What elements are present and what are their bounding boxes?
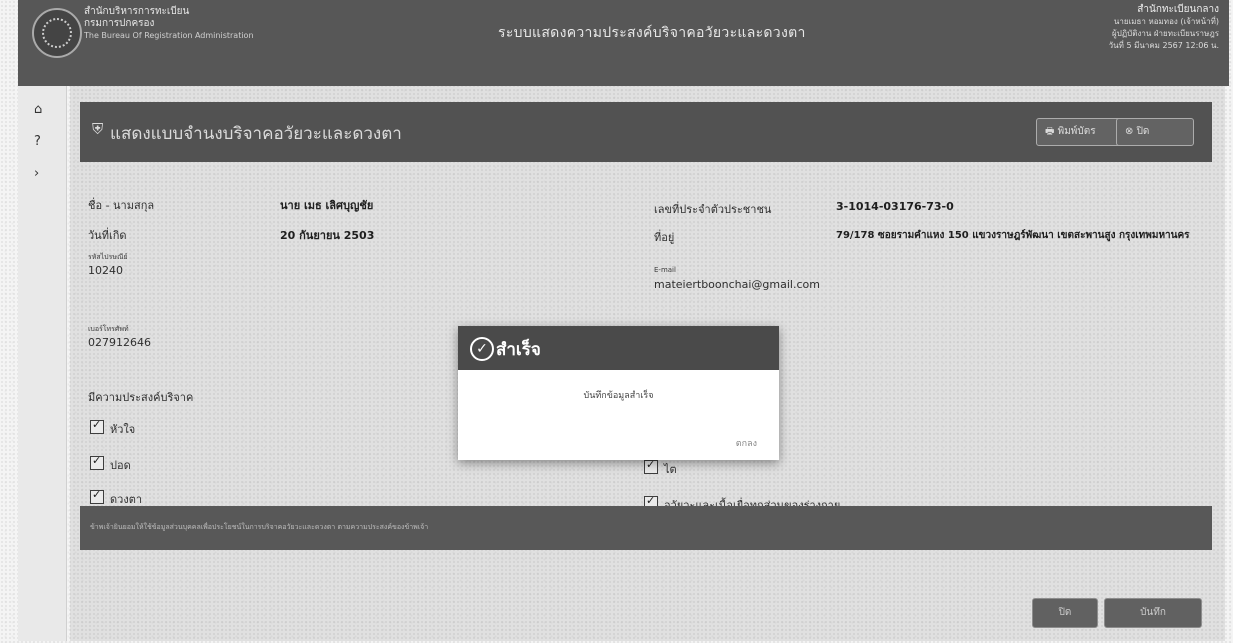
organization-name: สำนักบริหารการทะเบียน กรมการปกครอง The B… xyxy=(84,6,254,40)
home-icon[interactable]: ⌂ xyxy=(34,102,42,117)
chevron-right-icon[interactable]: › xyxy=(34,166,39,181)
question-icon[interactable]: ? xyxy=(34,134,41,149)
modal-message: บันทึกข้อมูลสำเร็จ xyxy=(583,391,654,401)
check-circle-icon: ✓ xyxy=(470,337,494,361)
top-header: สำนักบริหารการทะเบียน กรมการปกครอง The B… xyxy=(18,0,1229,86)
system-title: ระบบแสดงความประสงค์บริจาคอวัยวะและดวงตา xyxy=(498,25,806,41)
success-modal: ✓ สำเร็จ บันทึกข้อมูลสำเร็จ ตกลง xyxy=(458,326,779,460)
user-info: สำนักทะเบียนกลาง นายเมธา หอมทอง (เจ้าหน้… xyxy=(1108,4,1219,50)
modal-header: ✓ สำเร็จ xyxy=(458,326,779,370)
modal-ok-button[interactable]: ตกลง xyxy=(736,436,757,450)
modal-title: สำเร็จ xyxy=(496,340,541,360)
modal-body: บันทึกข้อมูลสำเร็จ ตกลง xyxy=(458,370,779,460)
sidebar: ⌂ ? › xyxy=(18,86,67,641)
government-seal-logo xyxy=(32,8,82,58)
